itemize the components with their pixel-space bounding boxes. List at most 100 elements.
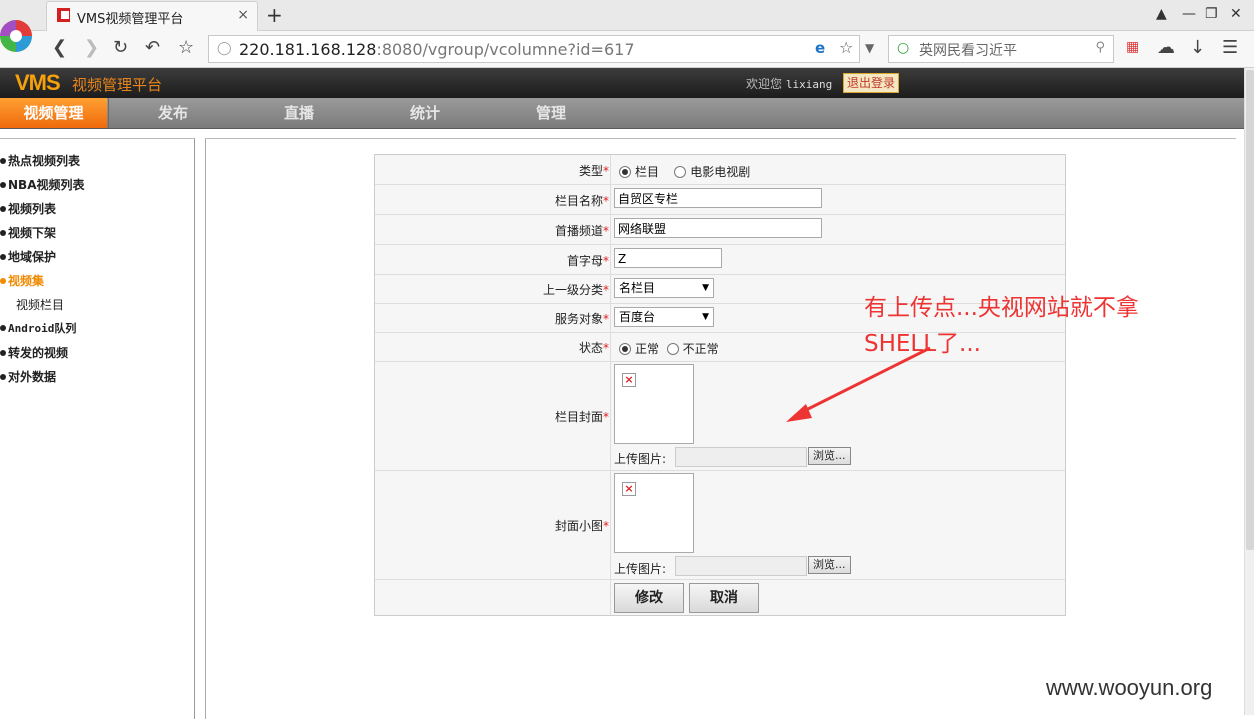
column-divider bbox=[610, 214, 611, 244]
cover-browse-button[interactable]: 浏览... bbox=[808, 447, 851, 465]
close-window-icon[interactable]: ✕ bbox=[1230, 6, 1242, 22]
menu-divider bbox=[108, 98, 109, 128]
cover-upload-input[interactable] bbox=[675, 447, 807, 467]
column-divider bbox=[610, 303, 611, 332]
status-label: 状态* bbox=[578, 341, 609, 355]
thumb-upload-label: 上传图片: bbox=[614, 562, 667, 576]
menu-stats[interactable]: 统计 bbox=[362, 98, 488, 128]
welcome-text: 欢迎您 lixiang bbox=[746, 77, 833, 91]
cloud-icon[interactable]: ☁ bbox=[1157, 37, 1175, 58]
restore-icon[interactable]: ❐ bbox=[1205, 6, 1218, 22]
sidebar-item-android-queue[interactable]: Android队列 bbox=[0, 320, 76, 336]
form-row-thumb: 封面小图* × 上传图片: 浏览... bbox=[375, 470, 1065, 580]
download-icon[interactable]: ↓ bbox=[1190, 37, 1205, 58]
favorite-icon[interactable]: ☆ bbox=[178, 37, 194, 58]
sidebar-item-video-list[interactable]: 视频列表 bbox=[0, 200, 56, 217]
bullet-icon bbox=[0, 324, 6, 331]
annotation-arrow-icon bbox=[786, 346, 931, 422]
column-divider bbox=[610, 470, 611, 579]
cover-preview: × bbox=[614, 364, 694, 444]
name-label: 栏目名称* bbox=[554, 194, 609, 208]
bullet-icon bbox=[0, 277, 6, 284]
column-divider bbox=[610, 361, 611, 470]
ie-mode-icon[interactable]: e bbox=[815, 39, 825, 57]
apps-icon[interactable]: ▦ bbox=[1126, 39, 1139, 55]
parent-category-select[interactable]: 名栏目 ▼ bbox=[614, 278, 714, 298]
forward-icon[interactable]: ❯ bbox=[84, 37, 99, 58]
back-icon[interactable]: ❮ bbox=[52, 37, 67, 58]
parent-label: 上一级分类* bbox=[542, 283, 609, 297]
bullet-icon bbox=[0, 349, 6, 356]
sidebar-item-video-columns[interactable]: 视频栏目 bbox=[16, 296, 64, 313]
search-suggestion: 英网民看习近平 bbox=[919, 43, 1017, 59]
form-row-name: 栏目名称* 自贸区专栏 bbox=[375, 184, 1065, 215]
skin-icon[interactable]: ▲ bbox=[1156, 6, 1167, 22]
broken-image-icon: × bbox=[622, 482, 636, 496]
status-normal-label: 正常 bbox=[635, 342, 660, 356]
sidebar-item-video-sets[interactable]: 视频集 bbox=[0, 272, 44, 289]
status-abnormal-label: 不正常 bbox=[682, 342, 719, 356]
column-divider bbox=[610, 184, 611, 214]
menu-admin[interactable]: 管理 bbox=[488, 98, 614, 128]
thumb-upload-input[interactable] bbox=[675, 556, 807, 576]
watermark: www.wooyun.org bbox=[1046, 675, 1213, 700]
search-icon[interactable]: ⚲ bbox=[1095, 40, 1105, 55]
menu-live[interactable]: 直播 bbox=[236, 98, 362, 128]
minimize-icon[interactable]: — bbox=[1182, 6, 1196, 22]
bullet-icon bbox=[0, 229, 6, 236]
scrollbar-thumb[interactable] bbox=[1246, 70, 1254, 550]
bookmark-star-icon[interactable]: ☆ bbox=[839, 38, 853, 57]
submit-button[interactable]: 修改 bbox=[614, 583, 684, 613]
cancel-button[interactable]: 取消 bbox=[689, 583, 759, 613]
bullet-icon bbox=[0, 157, 6, 164]
column-divider bbox=[610, 579, 611, 615]
page-scrollbar[interactable] bbox=[1244, 68, 1254, 715]
channel-label: 首播频道* bbox=[554, 224, 609, 238]
type-column-radio[interactable] bbox=[619, 165, 631, 178]
menu-icon[interactable]: ☰ bbox=[1222, 37, 1238, 58]
sidebar-item-nba-videos[interactable]: NBA视频列表 bbox=[0, 176, 84, 193]
logout-button[interactable]: 退出登录 bbox=[843, 73, 900, 93]
form-row-type: 类型* 栏目 电影电视剧 bbox=[375, 155, 1065, 185]
sidebar-item-geo-protect[interactable]: 地域保护 bbox=[0, 248, 56, 265]
status-normal-radio[interactable] bbox=[619, 342, 631, 355]
thumb-browse-button[interactable]: 浏览... bbox=[808, 556, 851, 574]
column-name-input[interactable]: 自贸区专栏 bbox=[614, 188, 822, 208]
search-box[interactable]: ○ 英网民看习近平 ⚲ bbox=[888, 35, 1114, 63]
chevron-down-icon: ▼ bbox=[702, 312, 709, 322]
menu-video-manage[interactable]: 视频管理 bbox=[0, 98, 107, 128]
status-abnormal-radio[interactable] bbox=[666, 342, 679, 355]
url-dropdown-icon[interactable]: ▼ bbox=[865, 41, 874, 55]
service-target-select[interactable]: 百度台 ▼ bbox=[614, 307, 714, 327]
chevron-down-icon: ▼ bbox=[702, 283, 709, 293]
thumb-preview: × bbox=[614, 473, 694, 553]
sidebar-item-external-data[interactable]: 对外数据 bbox=[0, 368, 56, 385]
cover-label: 栏目封面* bbox=[554, 410, 609, 424]
column-divider bbox=[610, 155, 611, 184]
reload-icon[interactable]: ↻ bbox=[113, 37, 128, 58]
status-radio-group: 正常 不正常 bbox=[619, 340, 719, 357]
initial-input[interactable]: Z bbox=[614, 248, 722, 268]
undo-icon[interactable]: ↶ bbox=[145, 37, 160, 58]
tab-close-icon[interactable]: × bbox=[237, 7, 249, 23]
browser-logo-icon bbox=[0, 20, 32, 52]
channel-input[interactable]: 网络联盟 bbox=[614, 218, 822, 238]
cover-upload-label: 上传图片: bbox=[614, 452, 667, 466]
sidebar-item-forwarded[interactable]: 转发的视频 bbox=[0, 344, 68, 361]
sidebar-item-video-offline[interactable]: 视频下架 bbox=[0, 224, 56, 241]
type-film-radio[interactable] bbox=[674, 165, 687, 178]
bullet-icon bbox=[0, 373, 6, 380]
bullet-icon bbox=[0, 253, 6, 260]
logo: VMS bbox=[15, 70, 61, 95]
address-bar[interactable]: ◯ 220.181.168.128:8080/vgroup/vcolumne?i… bbox=[208, 35, 860, 63]
menu-publish[interactable]: 发布 bbox=[110, 98, 236, 128]
sidebar-item-hot-videos[interactable]: 热点视频列表 bbox=[0, 152, 80, 169]
type-column-label: 栏目 bbox=[635, 165, 660, 179]
new-tab-button[interactable]: + bbox=[266, 3, 283, 27]
target-label: 服务对象* bbox=[554, 312, 609, 326]
browser-tab[interactable]: VMS视频管理平台 × bbox=[46, 1, 258, 31]
bullet-icon bbox=[0, 181, 6, 188]
initial-label: 首字母* bbox=[566, 254, 609, 268]
tab-title: VMS视频管理平台 bbox=[77, 12, 184, 27]
column-divider bbox=[610, 244, 611, 274]
